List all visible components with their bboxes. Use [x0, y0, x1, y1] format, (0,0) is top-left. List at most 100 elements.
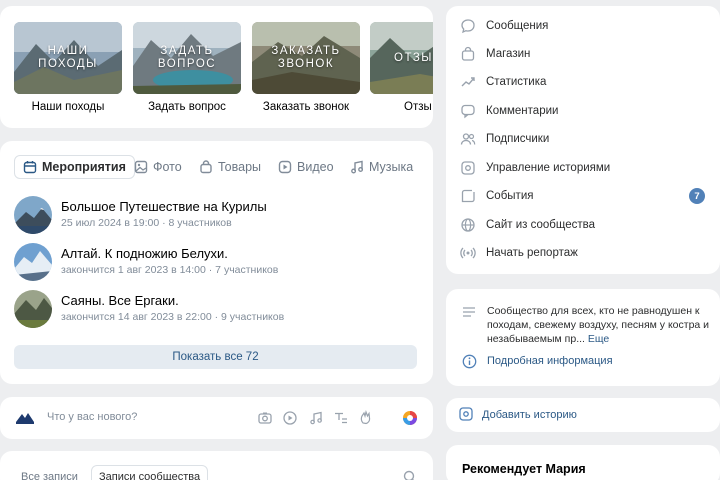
tab-label: Видео — [297, 160, 334, 174]
composer-input[interactable]: Что у вас нового? — [47, 411, 137, 423]
event-subtitle: закончится 14 авг 2023 в 22:00 · 9 участ… — [61, 311, 285, 323]
menu-item-label: Управление историями — [486, 162, 611, 174]
tile-overlay-text: НАШИ ПОХОДЫ — [38, 45, 98, 70]
recommend-card: Рекомендует Мария — [446, 445, 720, 480]
broadcast-icon — [460, 247, 476, 259]
tile-image: НАШИ ПОХОДЫ — [14, 22, 122, 94]
event-avatar — [14, 196, 52, 234]
search-icon[interactable] — [403, 470, 417, 480]
tab-music[interactable]: Музыка — [342, 155, 421, 179]
tile-overlay-text: ЗАКАЗАТЬ ЗВОНОК — [271, 45, 341, 70]
menu-item-subscribers[interactable]: Подписчики — [460, 128, 710, 150]
event-item[interactable]: Саяны. Все Ергаки. закончится 14 авг 202… — [14, 290, 414, 330]
event-avatar — [14, 290, 52, 328]
tab-label: Фото — [153, 160, 182, 174]
clap-icon[interactable] — [358, 410, 374, 426]
menu-item-label: События — [486, 190, 534, 202]
wall-tabs-card: Все записи Записи сообщества — [0, 451, 433, 480]
details-link[interactable]: Подробная информация — [487, 355, 613, 367]
tab-label: Товары — [218, 160, 261, 174]
event-item[interactable]: Большое Путешествие на Курилы 25 июл 202… — [14, 196, 414, 236]
tile-overlay-text: ОТЗЫ — [394, 51, 433, 64]
message-icon — [461, 19, 475, 34]
menu-item-broadcast[interactable]: Начать репортаж — [460, 242, 710, 264]
menu-item-label: Начать репортаж — [486, 247, 578, 259]
avatar — [14, 407, 36, 429]
menu-item-label: Сообщения — [486, 20, 549, 32]
tab-community-posts[interactable]: Записи сообщества — [91, 465, 209, 480]
tab-photo[interactable]: Фото — [126, 155, 190, 179]
quick-links-card: НАШИ ПОХОДЫ Наши походы ЗАДАТЬ ВОПРОС За… — [0, 6, 433, 128]
add-story-label: Добавить историю — [482, 409, 577, 421]
tile-overlay-text: ЗАДАТЬ ВОПРОС — [157, 45, 217, 70]
recommend-title: Рекомендует Мария — [462, 462, 586, 476]
menu-item-label: Магазин — [486, 48, 531, 60]
info-icon — [462, 354, 477, 369]
menu-item-comments[interactable]: Комментарии — [460, 100, 710, 122]
event-subtitle: 25 июл 2024 в 19:00 · 8 участников — [61, 217, 232, 229]
camera-icon[interactable] — [257, 410, 273, 426]
community-info-card: Сообщество для всех, кто не равнодушен к… — [446, 289, 720, 386]
quick-link-tile[interactable]: ЗАДАТЬ ВОПРОС Задать вопрос — [133, 22, 241, 113]
tile-caption: Наши походы — [31, 101, 105, 113]
quick-link-tile[interactable]: ОТЗЫ Отзы — [370, 22, 433, 113]
music-icon[interactable] — [308, 410, 324, 426]
video-icon[interactable] — [282, 410, 298, 426]
menu-item-shop[interactable]: Магазин — [460, 43, 710, 65]
tile-caption: Заказать звонок — [262, 101, 350, 113]
text-format-icon[interactable] — [333, 410, 349, 426]
menu-item-label: Сайт из сообщества — [486, 219, 595, 231]
show-all-button[interactable]: Показать все 72 — [14, 345, 417, 369]
comments-icon — [461, 104, 475, 119]
community-menu: Сообщения Магазин Статистика Комментарии… — [446, 6, 720, 274]
tile-image: ЗАДАТЬ ВОПРОС — [133, 22, 241, 94]
tab-label: Музыка — [369, 160, 414, 174]
users-icon — [460, 133, 476, 145]
stats-icon — [461, 77, 475, 87]
tab-events[interactable]: Мероприятия — [14, 155, 135, 179]
bag-icon — [200, 160, 212, 174]
post-composer: Что у вас нового? — [0, 397, 433, 439]
quick-link-tile[interactable]: НАШИ ПОХОДЫ Наши походы — [14, 22, 122, 113]
tab-goods[interactable]: Товары — [191, 155, 269, 179]
event-title[interactable]: Большое Путешествие на Курилы — [61, 199, 267, 214]
show-more-link[interactable]: Еще — [588, 333, 609, 345]
calendar-icon — [23, 161, 37, 174]
story-icon — [459, 407, 473, 421]
menu-item-label: Подписчики — [486, 133, 550, 145]
globe-icon — [461, 218, 475, 232]
shop-icon — [461, 46, 475, 61]
quick-link-tile[interactable]: ЗАКАЗАТЬ ЗВОНОК Заказать звонок — [252, 22, 360, 113]
event-avatar — [14, 243, 52, 281]
event-item[interactable]: Алтай. К подножию Белухи. закончится 1 а… — [14, 243, 414, 283]
tile-caption: Отзы — [404, 101, 432, 113]
events-icon — [461, 189, 475, 203]
video-icon — [278, 160, 292, 174]
photo-icon — [134, 160, 148, 174]
menu-item-site[interactable]: Сайт из сообщества — [460, 214, 710, 236]
music-icon — [351, 160, 364, 174]
event-title[interactable]: Алтай. К подножию Белухи. — [61, 246, 228, 261]
event-title[interactable]: Саяны. Все Ергаки. — [61, 293, 179, 308]
tile-image: ЗАКАЗАТЬ ЗВОНОК — [252, 22, 360, 94]
menu-item-messages[interactable]: Сообщения — [460, 15, 710, 37]
tab-video[interactable]: Видео — [270, 155, 342, 179]
menu-item-label: Статистика — [486, 76, 547, 88]
tile-caption: Задать вопрос — [148, 101, 226, 113]
color-picker-icon[interactable] — [402, 410, 418, 426]
menu-item-stories[interactable]: Управление историями — [460, 157, 710, 179]
menu-item-stats[interactable]: Статистика — [460, 71, 710, 93]
community-description: Сообщество для всех, кто не равнодушен к… — [487, 304, 715, 346]
menu-item-label: Комментарии — [486, 105, 559, 117]
stories-icon — [461, 161, 475, 175]
events-card: Мероприятия Фото Товары Видео Музыка Бол… — [0, 141, 433, 384]
section-tabs: Мероприятия Фото Товары Видео Музыка — [14, 155, 433, 181]
menu-item-events[interactable]: События 7 — [460, 185, 710, 207]
add-story-button[interactable]: Добавить историю — [446, 398, 720, 432]
event-subtitle: закончится 1 авг 2023 в 14:00 · 7 участн… — [61, 264, 279, 276]
tile-image: ОТЗЫ — [370, 22, 433, 94]
tab-all-posts[interactable]: Все записи — [14, 465, 85, 480]
tab-label: Мероприятия — [42, 160, 126, 174]
events-count-badge: 7 — [689, 188, 705, 204]
description-icon — [463, 307, 475, 317]
